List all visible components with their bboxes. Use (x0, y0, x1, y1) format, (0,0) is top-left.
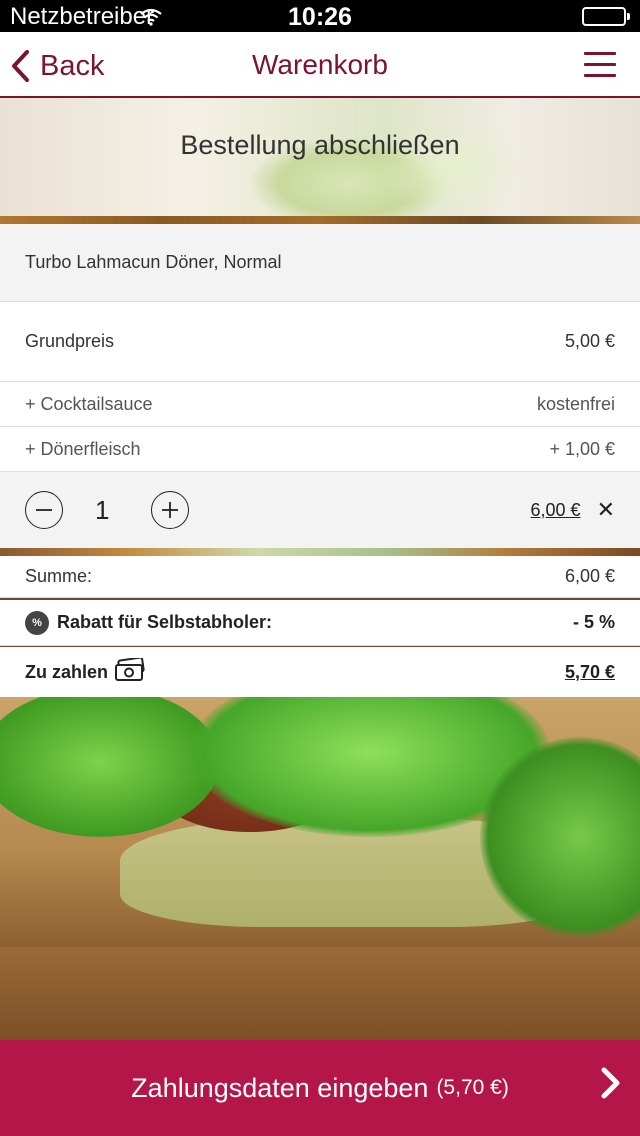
total-due-label: Zu zahlen (25, 661, 109, 682)
discount-label: Rabatt für Selbstabholer: (57, 612, 273, 632)
hero-image-edge (0, 216, 640, 224)
sum-label: Summe: (25, 566, 93, 586)
base-price-value: 5,00 € (564, 331, 615, 351)
battery-icon (582, 7, 630, 26)
total-due-value: 5,70 € (564, 661, 615, 682)
chevron-right-icon (600, 1066, 622, 1107)
base-price-label: Grundpreis (25, 331, 115, 351)
plus-icon (162, 502, 179, 518)
photo-board (0, 947, 640, 1040)
discount-value: - 5 % (572, 612, 615, 632)
enter-payment-button[interactable]: Zahlungsdaten eingeben (5,70 €) (0, 1040, 640, 1136)
hero-banner: Bestellung abschließen (0, 98, 640, 224)
cash-icon (114, 656, 146, 687)
page-title: Warenkorb (252, 49, 388, 80)
status-bar: Netzbetreiber 10:26 (0, 0, 640, 32)
food-image-strip (0, 548, 640, 556)
clock: 10:26 (288, 3, 352, 31)
remove-item-icon[interactable]: ✕ (597, 497, 615, 523)
cta-label: Zahlungsdaten eingeben (131, 1072, 429, 1103)
extra-price: + 1,00 € (549, 438, 615, 459)
quantity-row: 1 6,00 € ✕ (0, 472, 640, 548)
cart-item-name-row: Turbo Lahmacun Döner, Normal (0, 224, 640, 302)
base-price-row: Grundpreis 5,00 € (0, 302, 640, 382)
quantity-value: 1 (95, 494, 110, 525)
extra-row: + Dönerfleisch + 1,00 € (0, 427, 640, 472)
extra-price: kostenfrei (536, 393, 615, 414)
total-due-row: Zu zahlen 5,70 € (0, 647, 640, 697)
extra-label: + Dönerfleisch (25, 438, 141, 459)
discount-row: % Rabatt für Selbstabholer: - 5 % (0, 600, 640, 646)
discount-badge-icon: % (25, 610, 49, 635)
decrease-quantity-button[interactable] (25, 491, 63, 529)
cta-price: (5,70 €) (436, 1076, 509, 1099)
hamburger-icon[interactable] (584, 52, 616, 78)
extra-label: + Cocktailsauce (25, 393, 153, 414)
extra-row: + Cocktailsauce kostenfrei (0, 382, 640, 427)
minus-icon (36, 509, 52, 511)
hero-heading: Bestellung abschließen (180, 130, 460, 160)
sum-value: 6,00 € (564, 566, 615, 586)
cart-item-name: Turbo Lahmacun Döner, Normal (25, 252, 282, 272)
sum-row: Summe: 6,00 € (0, 556, 640, 598)
increase-quantity-button[interactable] (151, 491, 190, 529)
food-photo (0, 697, 640, 1040)
nav-bar: Back Warenkorb (0, 32, 640, 98)
line-total: 6,00 € (530, 499, 581, 520)
